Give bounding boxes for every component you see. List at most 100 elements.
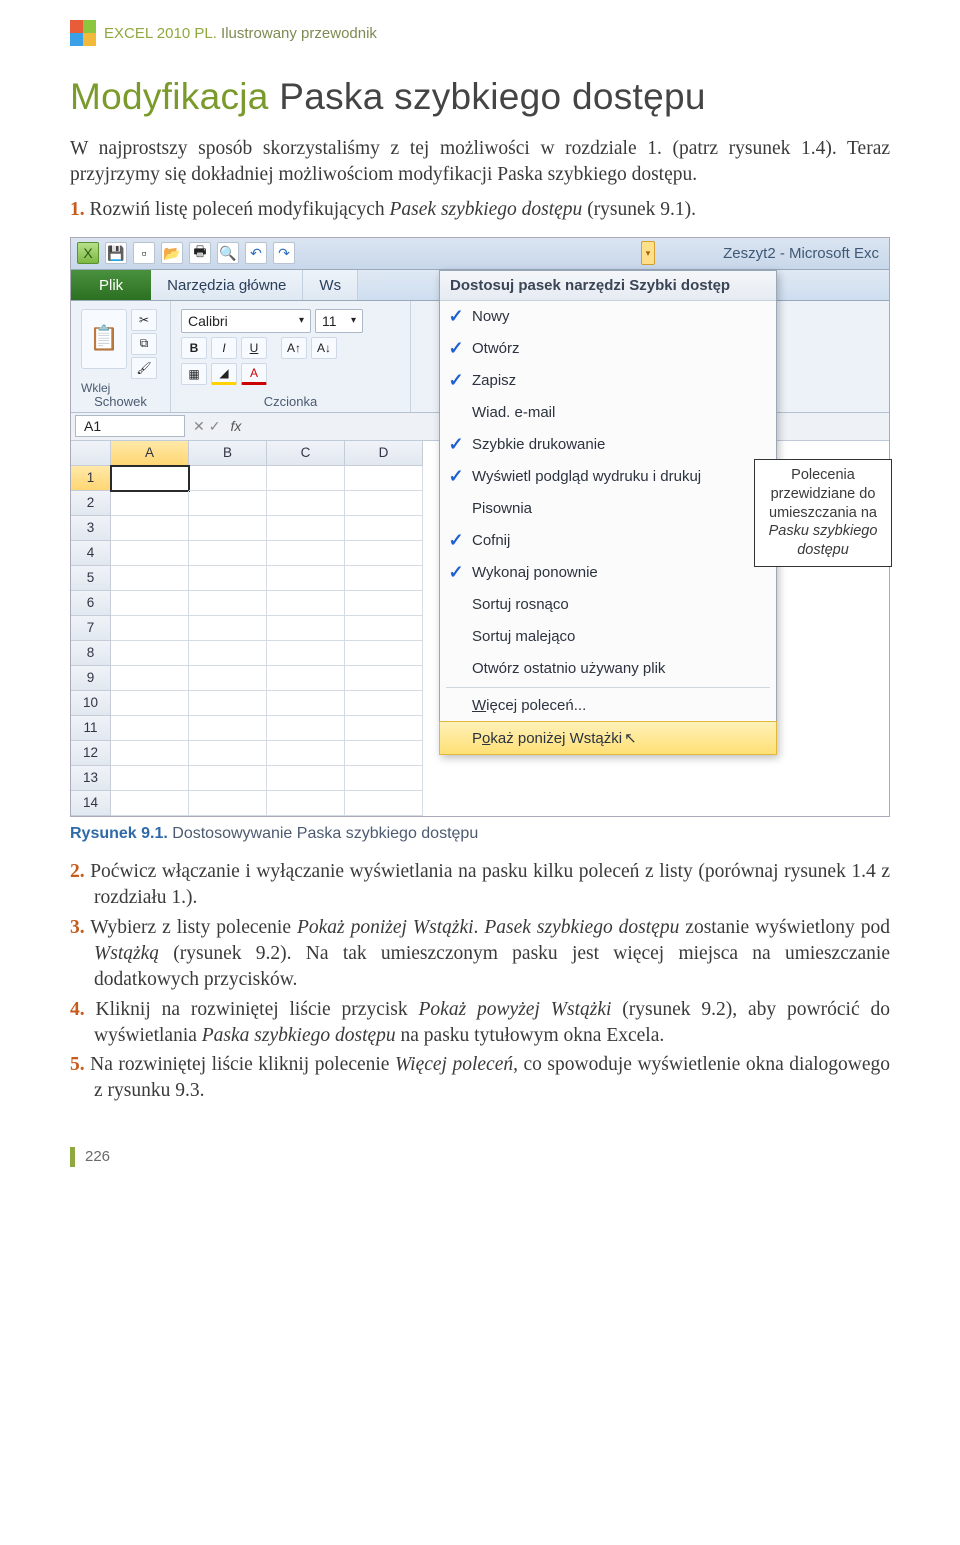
row-header[interactable]: 9 — [71, 666, 111, 691]
row-header[interactable]: 2 — [71, 491, 111, 516]
cell[interactable] — [267, 741, 345, 766]
column-header[interactable]: C — [267, 441, 345, 466]
cell[interactable] — [189, 691, 267, 716]
font-size-combo[interactable]: 11▾ — [315, 309, 363, 333]
open-icon[interactable]: 📂 — [161, 242, 183, 264]
row-header[interactable]: 4 — [71, 541, 111, 566]
cell[interactable] — [111, 791, 189, 816]
grow-font-button[interactable]: A↑ — [281, 337, 307, 359]
row-header[interactable]: 6 — [71, 591, 111, 616]
cell[interactable] — [267, 716, 345, 741]
cell[interactable] — [111, 666, 189, 691]
cell[interactable] — [267, 641, 345, 666]
cell[interactable] — [111, 766, 189, 791]
cell[interactable] — [345, 466, 423, 491]
menu-item[interactable]: Wiad. e-mail — [440, 397, 776, 429]
tab-file[interactable]: Plik — [71, 270, 151, 300]
cell[interactable] — [345, 691, 423, 716]
italic-button[interactable]: I — [211, 337, 237, 359]
cell[interactable] — [267, 791, 345, 816]
borders-button[interactable]: ▦ — [181, 363, 207, 385]
menu-item[interactable]: Otwórz ostatnio używany plik — [440, 653, 776, 685]
row-header[interactable]: 13 — [71, 766, 111, 791]
cell[interactable] — [345, 666, 423, 691]
fill-color-button[interactable]: ◢ — [211, 363, 237, 385]
column-header[interactable]: D — [345, 441, 423, 466]
cell[interactable] — [111, 616, 189, 641]
cell[interactable] — [345, 741, 423, 766]
cell[interactable] — [267, 541, 345, 566]
menu-item[interactable]: Sortuj rosnąco — [440, 589, 776, 621]
cell[interactable] — [267, 491, 345, 516]
cell[interactable] — [189, 616, 267, 641]
save-icon[interactable]: 💾 — [105, 242, 127, 264]
cell[interactable] — [189, 641, 267, 666]
cell[interactable] — [267, 466, 345, 491]
cell[interactable] — [345, 541, 423, 566]
row-header[interactable]: 10 — [71, 691, 111, 716]
row-header[interactable]: 1 — [71, 466, 111, 491]
menu-item[interactable]: Pisownia — [440, 493, 776, 525]
cell[interactable] — [111, 466, 189, 491]
select-all-corner[interactable] — [71, 441, 111, 466]
paste-button[interactable]: 📋 — [81, 309, 127, 369]
cell[interactable] — [189, 541, 267, 566]
cut-icon[interactable]: ✂ — [131, 309, 157, 331]
cell[interactable] — [345, 716, 423, 741]
row-header[interactable]: 5 — [71, 566, 111, 591]
column-header[interactable]: B — [189, 441, 267, 466]
column-header[interactable]: A — [111, 441, 189, 466]
print-preview-icon[interactable]: 🔍 — [217, 242, 239, 264]
cancel-icon[interactable]: ✕ — [193, 418, 205, 435]
new-icon[interactable]: ▫ — [133, 242, 155, 264]
cell[interactable] — [267, 616, 345, 641]
cell[interactable] — [189, 491, 267, 516]
menu-item[interactable]: ✓Nowy — [440, 301, 776, 333]
menu-more-commands[interactable]: Więcej poleceń... — [440, 690, 776, 722]
cell[interactable] — [111, 741, 189, 766]
cell[interactable] — [267, 566, 345, 591]
cell[interactable] — [111, 491, 189, 516]
row-header[interactable]: 8 — [71, 641, 111, 666]
cell[interactable] — [345, 516, 423, 541]
cell[interactable] — [345, 641, 423, 666]
print-icon[interactable]: 🖶 — [189, 242, 211, 264]
cell[interactable] — [189, 516, 267, 541]
cell[interactable] — [189, 741, 267, 766]
tab-home[interactable]: Narzędzia główne — [151, 270, 303, 300]
cell[interactable] — [189, 716, 267, 741]
tab-ws[interactable]: Ws — [303, 270, 358, 300]
menu-show-below-ribbon[interactable]: Pokaż poniżej Wstążki↖ — [439, 721, 777, 755]
undo-icon[interactable]: ↶ — [245, 242, 267, 264]
font-name-combo[interactable]: Calibri▾ — [181, 309, 311, 333]
cell[interactable] — [111, 591, 189, 616]
format-painter-icon[interactable]: 🖌 — [131, 357, 157, 379]
cell[interactable] — [189, 566, 267, 591]
cell[interactable] — [111, 516, 189, 541]
cell[interactable] — [189, 591, 267, 616]
bold-button[interactable]: B — [181, 337, 207, 359]
cell[interactable] — [111, 716, 189, 741]
font-color-button[interactable]: A — [241, 363, 267, 385]
cell[interactable] — [111, 541, 189, 566]
cell[interactable] — [267, 691, 345, 716]
qat-dropdown-button[interactable]: ▾ — [641, 241, 655, 265]
cell[interactable] — [345, 566, 423, 591]
cell[interactable] — [345, 791, 423, 816]
underline-button[interactable]: U — [241, 337, 267, 359]
fx-icon[interactable]: fx — [224, 418, 247, 434]
menu-item[interactable]: ✓Zapisz — [440, 365, 776, 397]
redo-icon[interactable]: ↷ — [273, 242, 295, 264]
cell[interactable] — [111, 691, 189, 716]
row-header[interactable]: 7 — [71, 616, 111, 641]
menu-item[interactable]: ✓Szybkie drukowanie — [440, 429, 776, 461]
row-header[interactable]: 14 — [71, 791, 111, 816]
shrink-font-button[interactable]: A↓ — [311, 337, 337, 359]
row-header[interactable]: 3 — [71, 516, 111, 541]
enter-icon[interactable]: ✓ — [209, 418, 221, 435]
cell[interactable] — [267, 516, 345, 541]
cell[interactable] — [189, 791, 267, 816]
menu-item[interactable]: ✓Wykonaj ponownie — [440, 557, 776, 589]
cell[interactable] — [345, 766, 423, 791]
cell[interactable] — [189, 466, 267, 491]
